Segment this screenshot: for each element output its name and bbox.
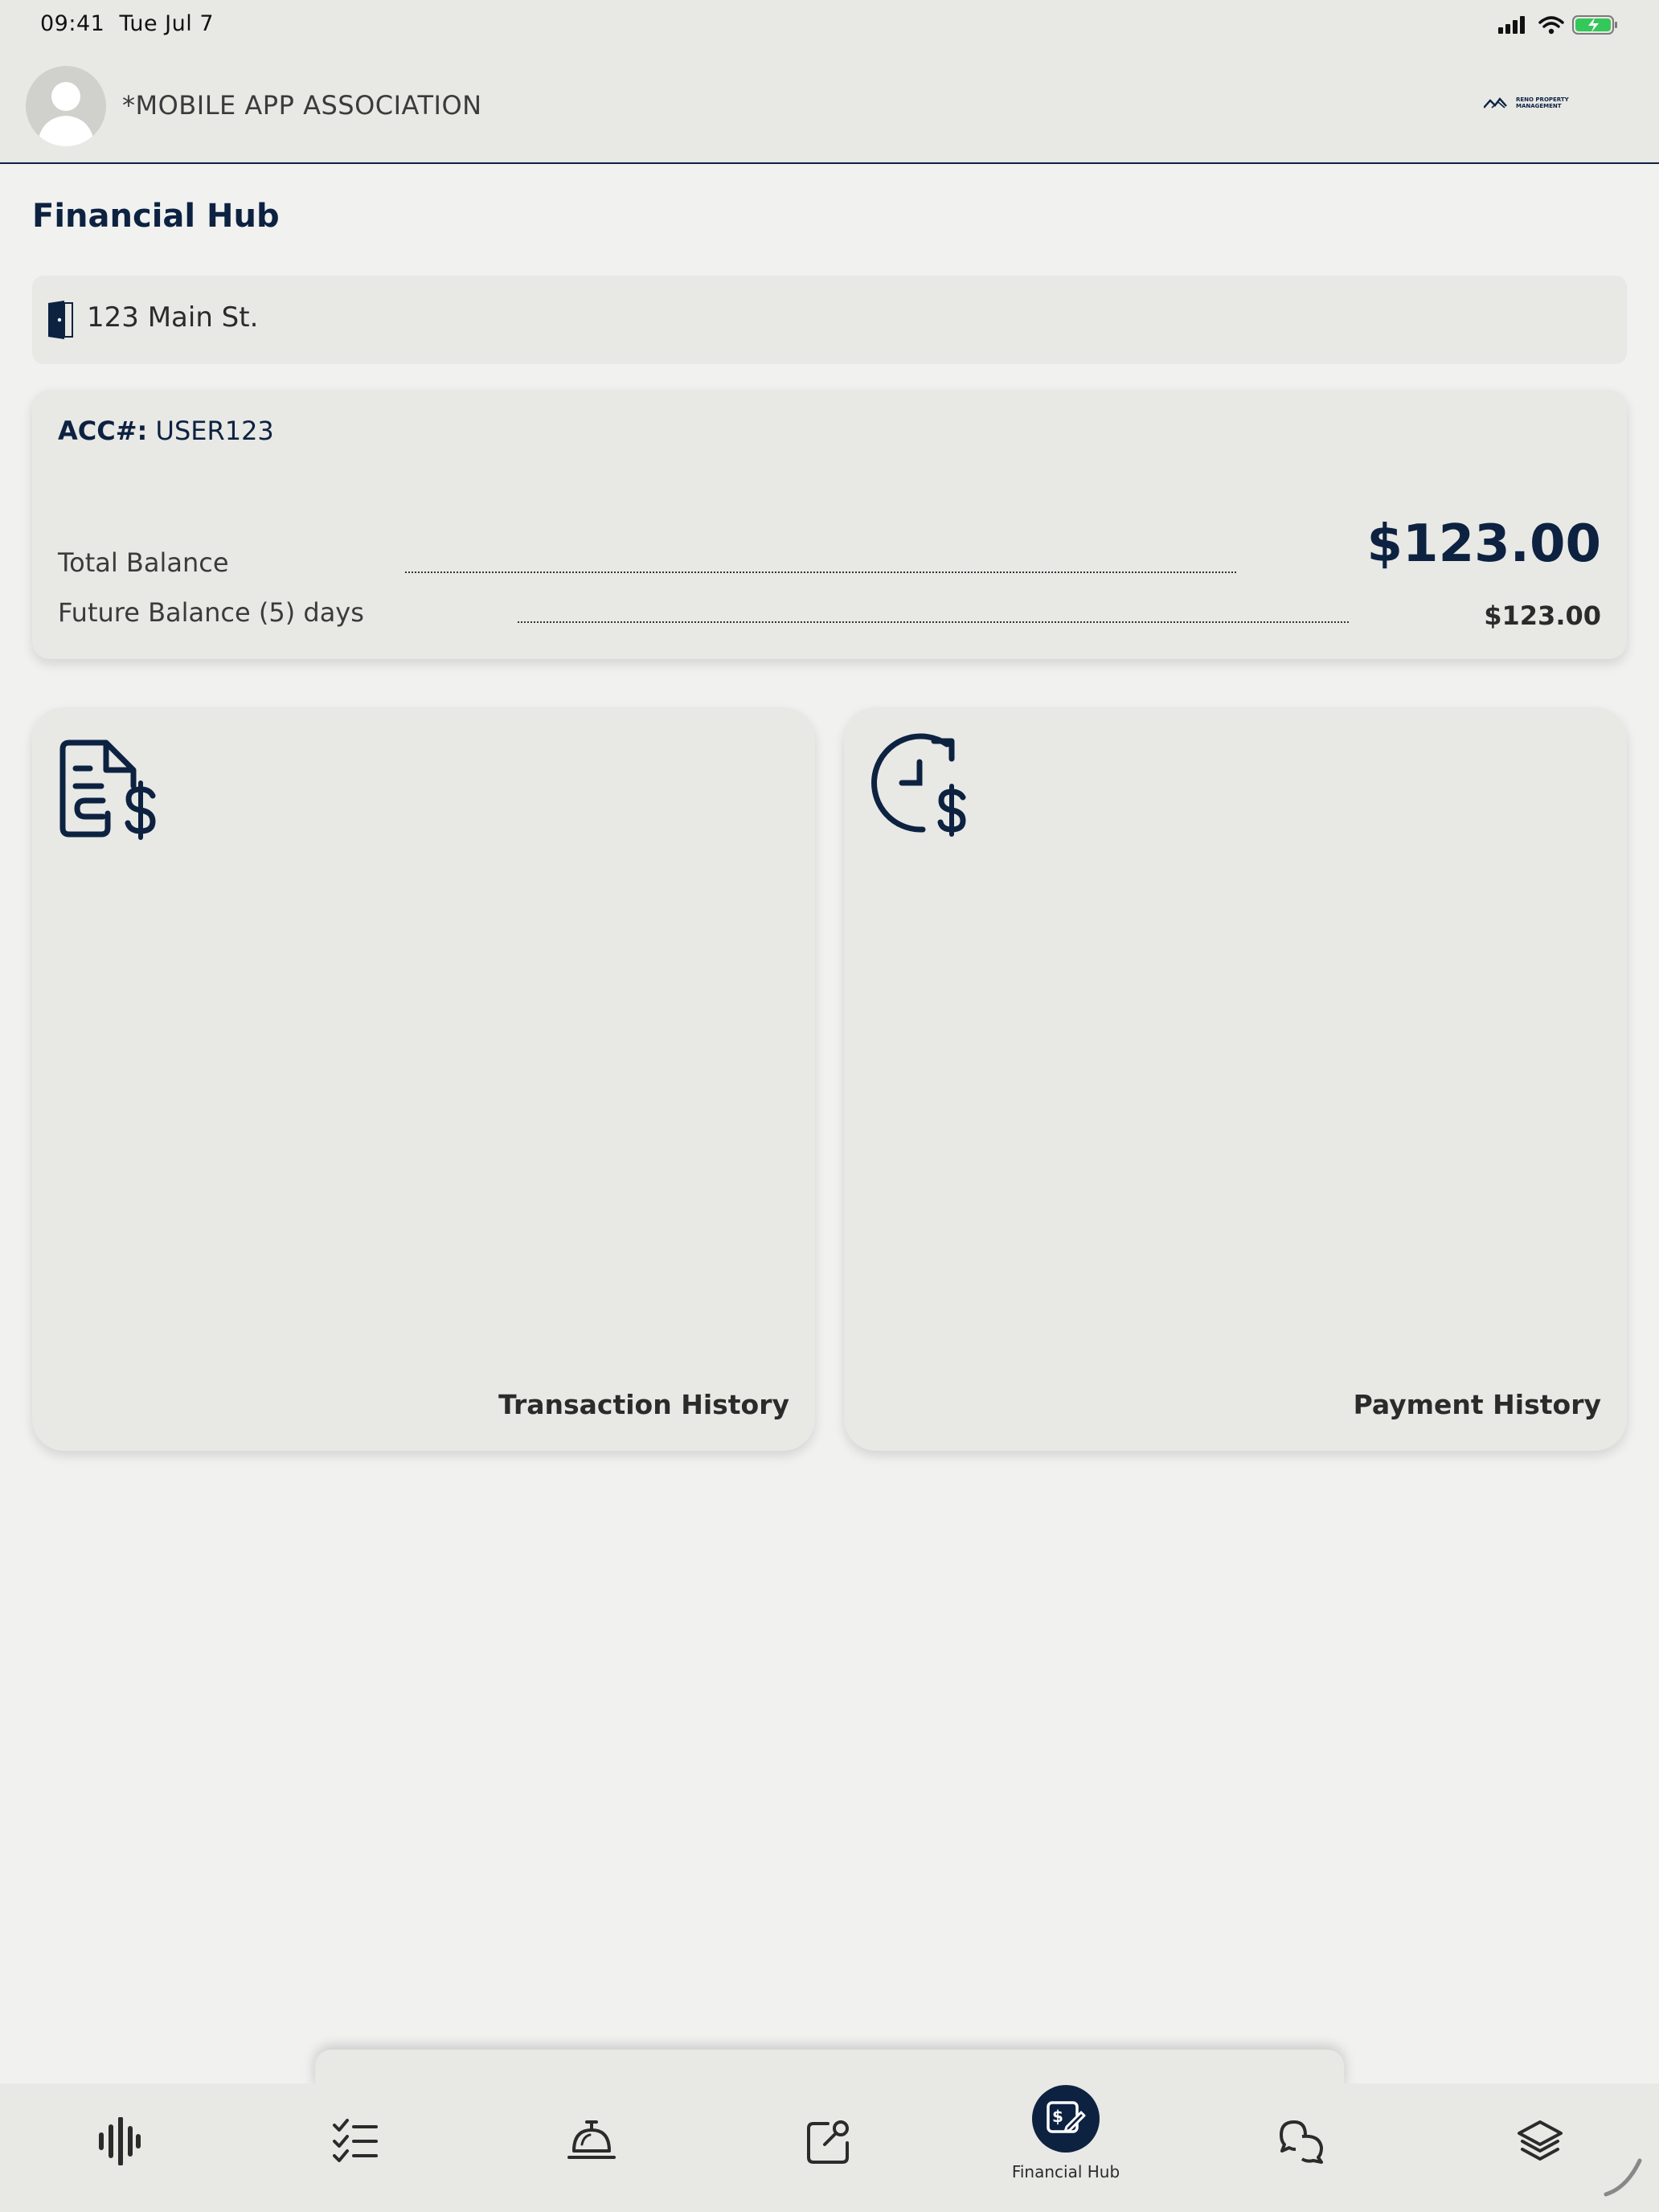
account-number: ACC#: USER123 bbox=[58, 416, 274, 446]
checklist-icon bbox=[333, 2119, 378, 2162]
total-balance-label: Total Balance bbox=[58, 547, 229, 578]
nav-item-requests[interactable] bbox=[757, 2083, 902, 2212]
nav-caption-financial-hub: Financial Hub bbox=[1011, 2162, 1120, 2181]
nav-item-voice[interactable] bbox=[47, 2083, 191, 2212]
chat-bubbles-icon bbox=[1280, 2120, 1323, 2164]
page-title: Financial Hub bbox=[32, 198, 280, 235]
brand-logo: RENO PROPERTY MANAGEMENT bbox=[1484, 96, 1569, 109]
svg-text:$: $ bbox=[1052, 2107, 1063, 2126]
future-balance-text: Future Balance bbox=[58, 597, 251, 628]
total-balance-leader bbox=[405, 571, 1236, 573]
nav-item-tasks[interactable] bbox=[283, 2083, 428, 2212]
future-balance-days: (5) bbox=[258, 597, 296, 628]
status-clock: 09:41 bbox=[40, 11, 105, 36]
nav-item-concierge[interactable] bbox=[519, 2083, 664, 2212]
wifi-icon bbox=[1538, 16, 1564, 35]
account-value: USER123 bbox=[155, 416, 274, 446]
brand-line-1: RENO PROPERTY bbox=[1516, 96, 1569, 103]
invoice-dollar-icon bbox=[59, 739, 156, 840]
voice-wave-icon bbox=[99, 2117, 141, 2165]
clock-dollar-icon bbox=[871, 733, 966, 837]
layers-icon bbox=[1518, 2120, 1563, 2161]
resize-handle-icon[interactable] bbox=[1603, 2156, 1645, 2198]
total-balance-value: $123.00 bbox=[1366, 514, 1602, 574]
account-label: ACC#: bbox=[58, 416, 148, 446]
address-selector[interactable]: 123 Main St. bbox=[32, 276, 1627, 364]
bottom-nav: $ Financial Hub bbox=[0, 2083, 1659, 2212]
nav-item-messages[interactable] bbox=[1230, 2083, 1374, 2212]
avatar[interactable] bbox=[26, 66, 106, 146]
status-time: 09:41 Tue Jul 7 bbox=[40, 11, 214, 36]
association-name[interactable]: *MOBILE APP ASSOCIATION bbox=[122, 90, 482, 121]
future-balance-leader bbox=[518, 621, 1349, 623]
status-icons bbox=[1498, 14, 1619, 35]
future-balance-value: $123.00 bbox=[1484, 600, 1601, 631]
payment-history-label: Payment History bbox=[1353, 1389, 1601, 1420]
service-bell-icon bbox=[567, 2120, 616, 2159]
app-header: *MOBILE APP ASSOCIATION RENO PROPERTY MA… bbox=[0, 51, 1659, 164]
payment-history-tile[interactable]: Payment History bbox=[844, 707, 1627, 1451]
transaction-history-tile[interactable]: Transaction History bbox=[32, 707, 815, 1451]
financial-hub-icon: $ bbox=[1047, 2101, 1086, 2133]
future-balance-label: Future Balance (5) days bbox=[58, 597, 364, 628]
future-balance-days-suffix: days bbox=[303, 597, 364, 628]
status-bar: 09:41 Tue Jul 7 bbox=[0, 0, 1659, 51]
brand-line-2: MANAGEMENT bbox=[1516, 103, 1562, 109]
cellular-signal-icon bbox=[1498, 16, 1525, 34]
transaction-history-label: Transaction History bbox=[498, 1389, 789, 1420]
mountain-logo-icon bbox=[1484, 97, 1507, 109]
nav-item-financial-hub[interactable]: $ Financial Hub bbox=[993, 2083, 1138, 2212]
status-date: Tue Jul 7 bbox=[119, 11, 215, 36]
door-icon bbox=[48, 301, 73, 339]
nav-item-more[interactable] bbox=[1468, 2083, 1612, 2212]
edit-square-icon bbox=[807, 2120, 849, 2164]
user-silhouette-icon bbox=[37, 82, 95, 146]
balance-card: ACC#: USER123 Total Balance $123.00 Futu… bbox=[32, 390, 1627, 659]
battery-charging-icon bbox=[1572, 15, 1617, 35]
brand-text: RENO PROPERTY MANAGEMENT bbox=[1516, 96, 1569, 109]
address-text: 123 Main St. bbox=[87, 301, 259, 334]
